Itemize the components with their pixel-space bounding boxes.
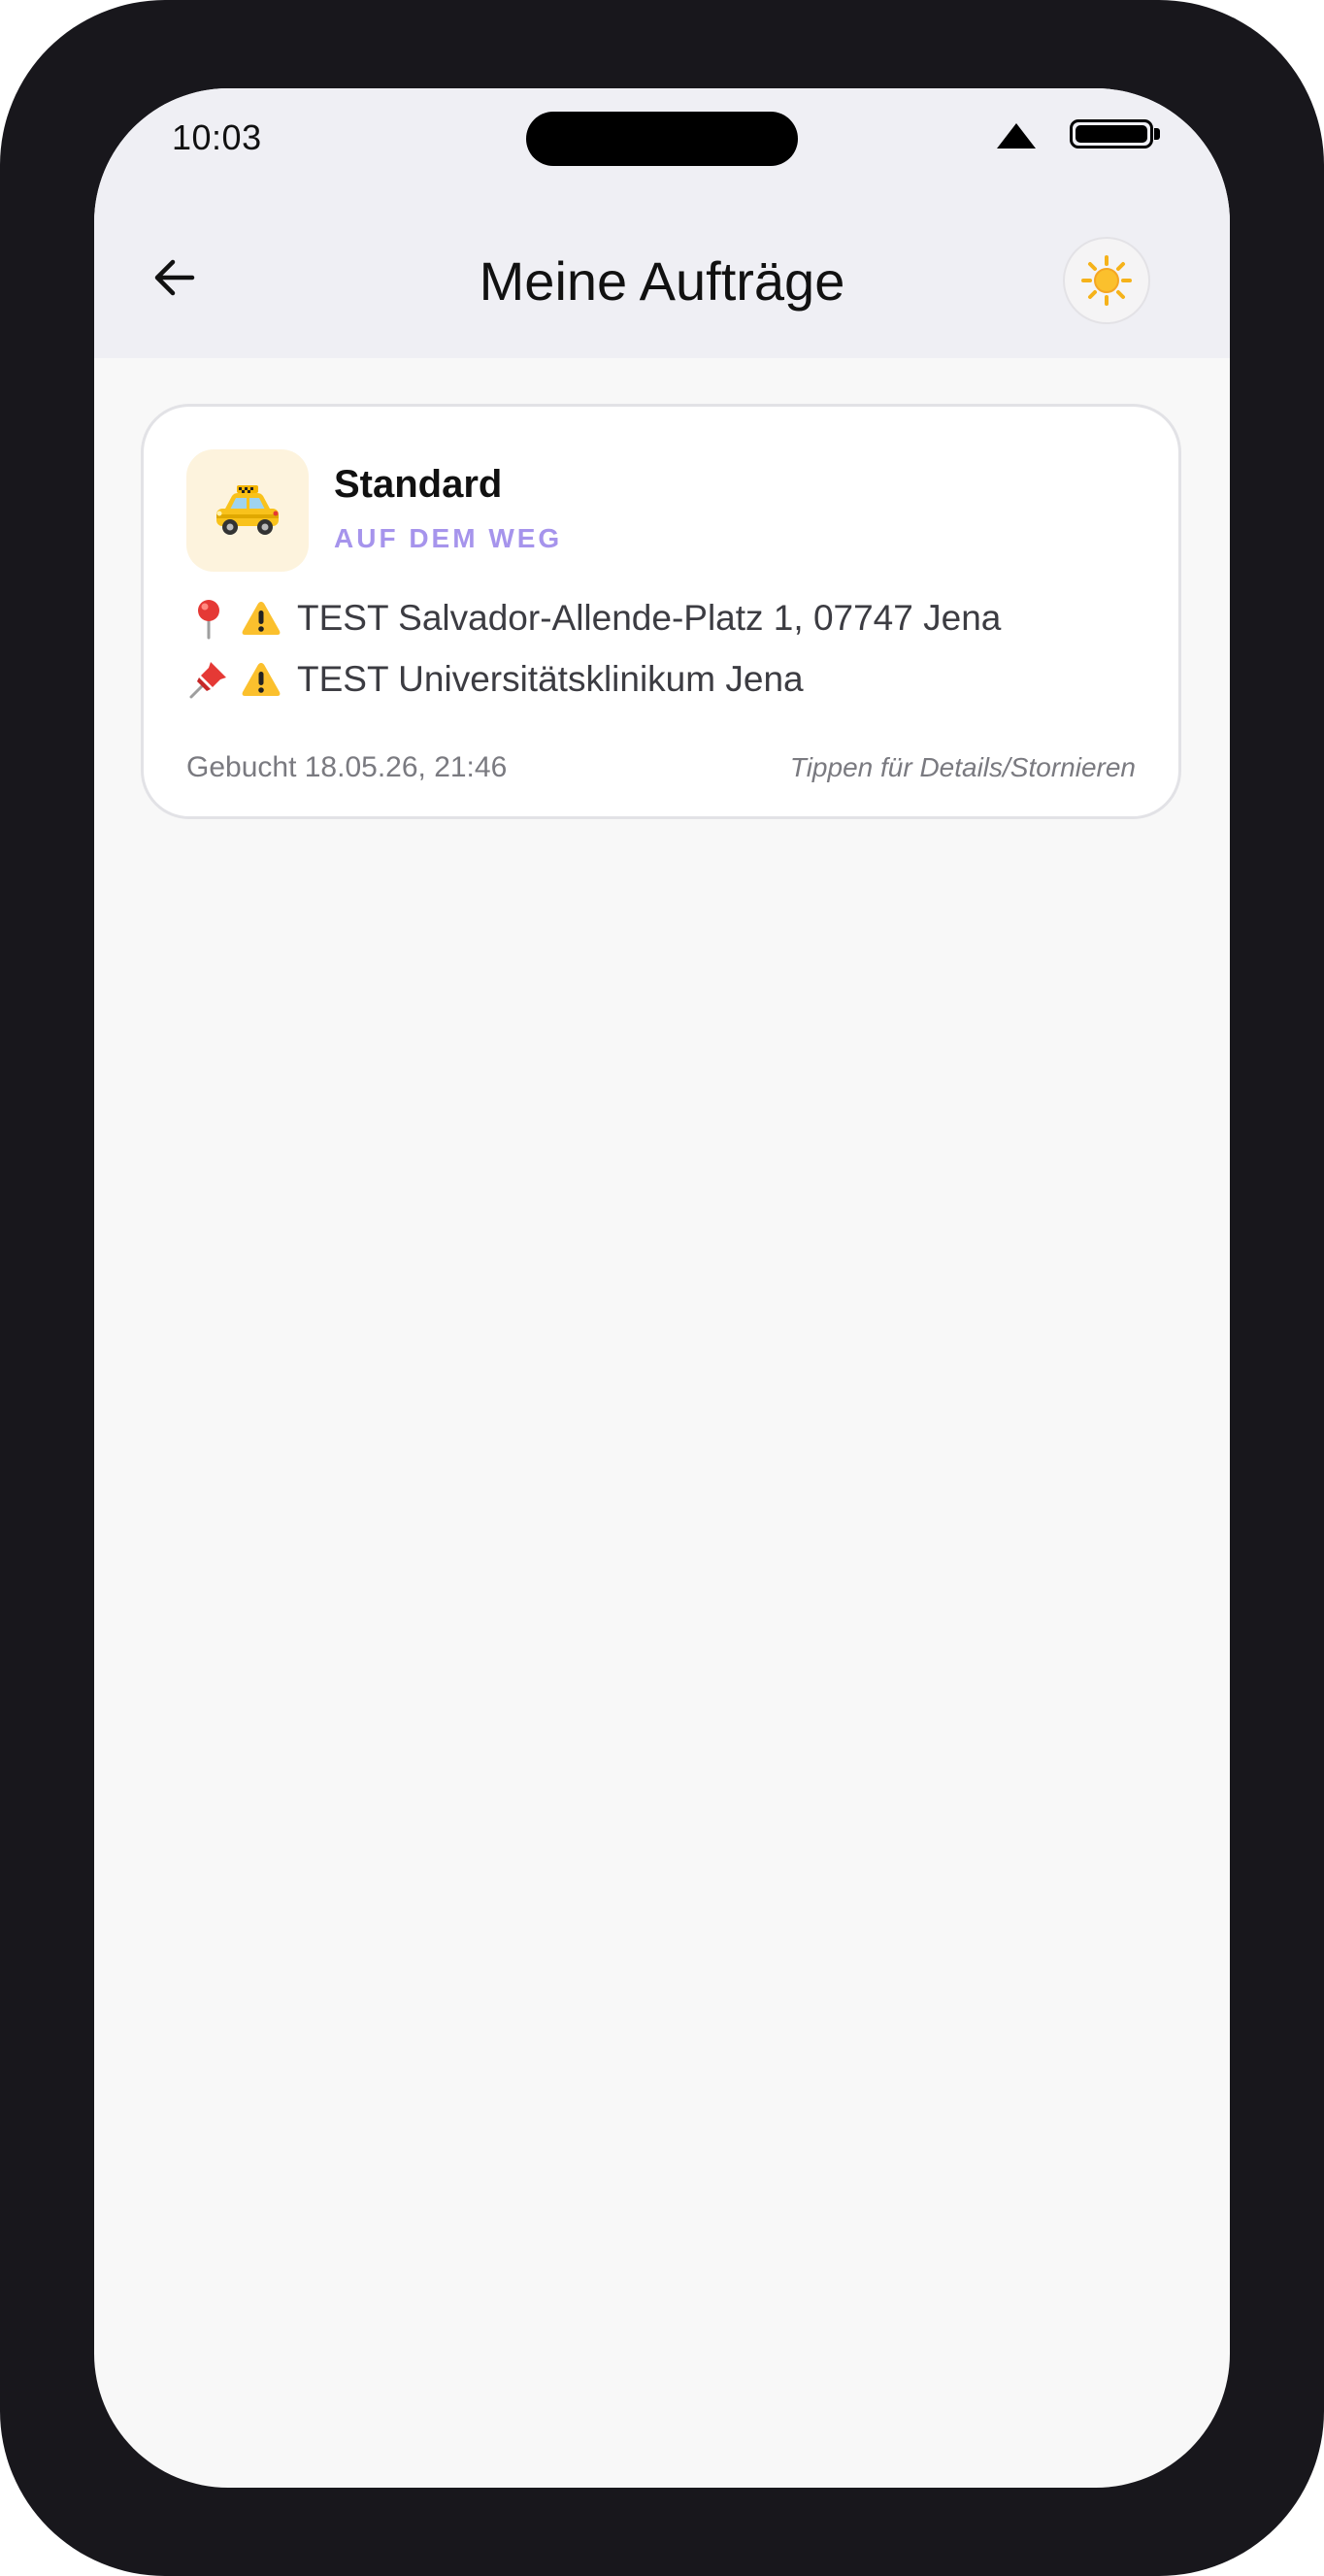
page-title: Meine Aufträge (479, 250, 845, 312)
details-hint: Tippen für Details/Stornieren (789, 752, 1136, 782)
app-screen: 10:03 Meine Aufträge Standard AUF DEM WE… (94, 88, 1230, 2488)
status-time: 10:03 (172, 117, 262, 157)
taxi-icon (216, 485, 279, 535)
signal-icon (997, 123, 1036, 149)
pickup-row: TEST Salvador-Allende-Platz 1, 07747 Jen… (186, 593, 1001, 644)
vehicle-tile (186, 449, 309, 572)
order-type: Standard (334, 463, 503, 506)
sun-icon (1081, 255, 1132, 306)
theme-toggle-button[interactable] (1063, 237, 1150, 324)
battery-tip (1154, 128, 1160, 140)
warning-icon (239, 596, 283, 641)
warning-icon (239, 657, 283, 702)
battery-icon (1070, 119, 1153, 149)
order-card[interactable]: Standard AUF DEM WEG TEST Salvador-Allen… (141, 404, 1181, 819)
pickup-address: TEST Salvador-Allende-Platz 1, 07747 Jen… (297, 598, 1002, 638)
order-status-badge: AUF DEM WEG (334, 523, 563, 553)
booked-timestamp: Gebucht 18.05.26, 21:46 (186, 751, 508, 783)
device-frame: 10:03 Meine Aufträge Standard AUF DEM WE… (0, 0, 1324, 2576)
map-pin-icon (186, 596, 231, 641)
pushpin-icon (186, 657, 231, 702)
destination-row: TEST Universitätsklinikum Jena (186, 654, 804, 705)
destination-address: TEST Universitätsklinikum Jena (297, 659, 804, 699)
top-bar: 10:03 Meine Aufträge (94, 88, 1230, 358)
dynamic-island (526, 112, 798, 166)
